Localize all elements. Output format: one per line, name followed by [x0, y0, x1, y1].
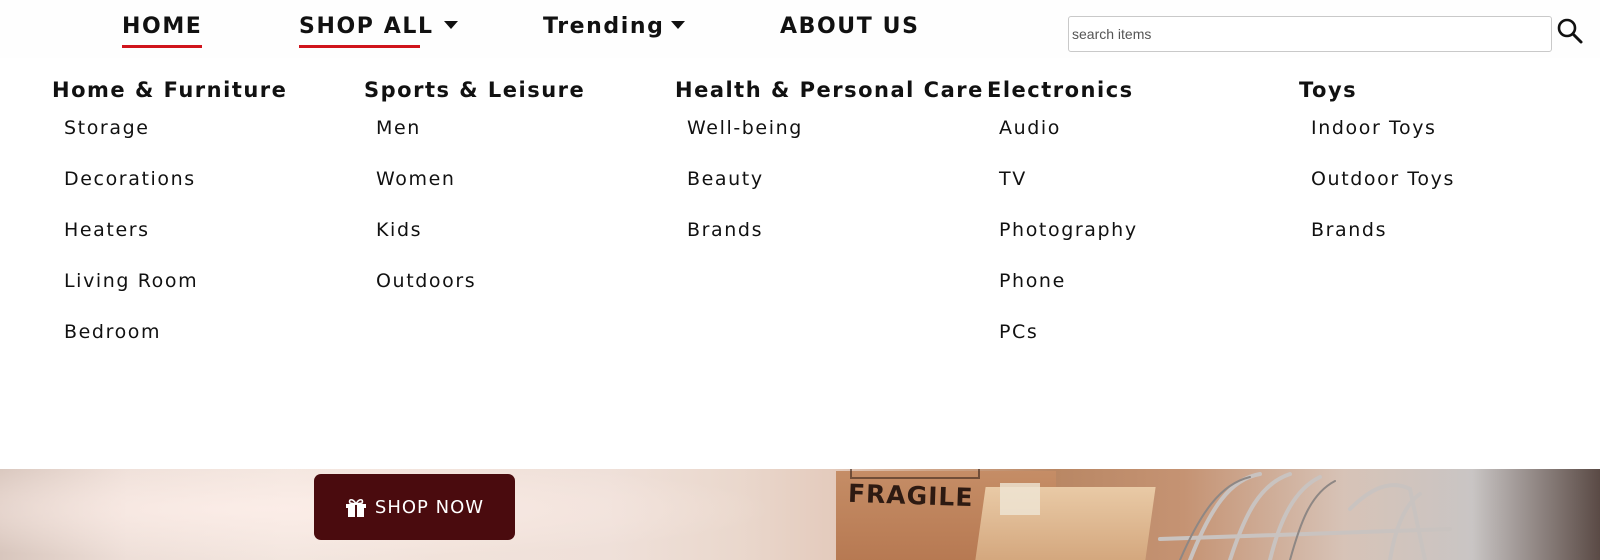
menu-item[interactable]: Brands [687, 218, 975, 269]
nav-trending-link[interactable]: Trending [543, 14, 685, 39]
top-navigation: HOME SHOP ALL Trending ABOUT US [0, 0, 1600, 58]
active-underline [299, 45, 420, 48]
search-input[interactable] [1068, 16, 1552, 52]
nav-home-link[interactable]: HOME [122, 14, 203, 48]
nav-shop-all-link[interactable]: SHOP ALL [299, 14, 458, 48]
fragile-label: FRAGILE [847, 478, 974, 513]
shopping-cart-illustration [1158, 472, 1452, 560]
menu-item[interactable]: Phone [999, 269, 1287, 320]
nav-about-link[interactable]: ABOUT US [780, 14, 920, 39]
menu-item[interactable]: Kids [376, 218, 664, 269]
active-underline [122, 45, 203, 48]
menu-item[interactable]: Living Room [64, 269, 352, 320]
menu-item[interactable]: Indoor Toys [1311, 116, 1599, 167]
shop-now-button[interactable]: SHOP NOW [314, 474, 515, 540]
nav-home-label: HOME [122, 14, 203, 39]
hero-banner-image: FRAGILE [0, 469, 1600, 560]
menu-column-toys: Toys Indoor Toys Outdoor Toys Brands [1299, 78, 1599, 269]
menu-column-heading[interactable]: Sports & Leisure [364, 78, 664, 108]
menu-column-electronics: Electronics Audio TV Photography Phone P… [987, 78, 1287, 371]
menu-item[interactable]: Brands [1311, 218, 1599, 269]
chevron-down-icon [670, 21, 685, 29]
chevron-down-icon [443, 21, 458, 29]
menu-item[interactable]: PCs [999, 320, 1287, 371]
menu-column-heading[interactable]: Home & Furniture [52, 78, 352, 108]
menu-item[interactable]: Heaters [64, 218, 352, 269]
menu-item[interactable]: Audio [999, 116, 1287, 167]
gift-icon [345, 498, 366, 517]
menu-column-health-personal-care: Health & Personal Care Well-being Beauty… [675, 78, 982, 269]
menu-item[interactable]: Photography [999, 218, 1287, 269]
search-icon[interactable] [1556, 17, 1584, 45]
menu-item[interactable]: Men [376, 116, 664, 167]
menu-column-home-furniture: Home & Furniture Storage Decorations Hea… [52, 78, 352, 371]
menu-item[interactable]: TV [999, 167, 1287, 218]
menu-item[interactable]: Decorations [64, 167, 352, 218]
menu-column-heading[interactable]: Health & Personal Care [675, 78, 982, 108]
nav-trending-label: Trending [543, 14, 665, 39]
menu-column-sports-leisure: Sports & Leisure Men Women Kids Outdoors [364, 78, 664, 320]
menu-item[interactable]: Beauty [687, 167, 975, 218]
packing-tape [1000, 483, 1040, 515]
shop-now-label: SHOP NOW [374, 496, 485, 518]
nav-about-label: ABOUT US [780, 14, 920, 39]
menu-item[interactable]: Storage [64, 116, 352, 167]
box-label-frame [850, 469, 980, 479]
mega-menu: Home & Furniture Storage Decorations Hea… [0, 58, 1600, 469]
menu-item[interactable]: Outdoors [376, 269, 664, 320]
menu-item[interactable]: Well-being [687, 116, 975, 167]
menu-column-heading[interactable]: Toys [1299, 78, 1599, 108]
nav-shop-all-label: SHOP ALL [299, 14, 434, 39]
menu-column-heading[interactable]: Electronics [987, 78, 1287, 108]
menu-item[interactable]: Outdoor Toys [1311, 167, 1599, 218]
menu-item[interactable]: Bedroom [64, 320, 352, 371]
menu-item[interactable]: Women [376, 167, 664, 218]
